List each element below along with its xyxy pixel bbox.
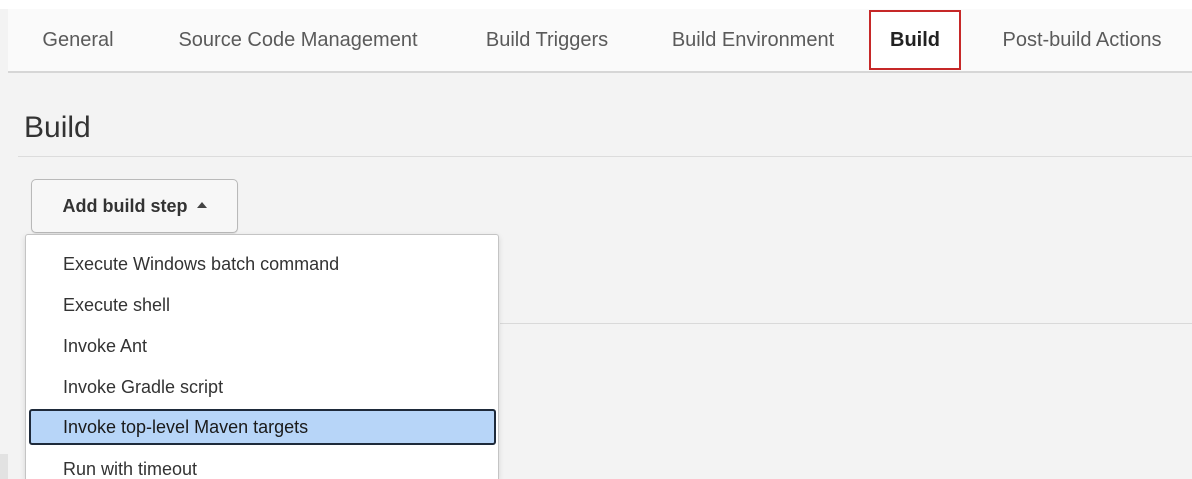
config-tab-bar: General Source Code Management Build Tri… xyxy=(8,9,1192,73)
menu-item-invoke-ant[interactable]: Invoke Ant xyxy=(29,328,496,364)
tab-build[interactable]: Build xyxy=(869,10,961,70)
menu-item-invoke-gradle-script[interactable]: Invoke Gradle script xyxy=(29,369,496,405)
add-build-step-label: Add build step xyxy=(62,195,188,216)
tab-build-triggers[interactable]: Build Triggers xyxy=(468,9,626,71)
section-divider-lower xyxy=(500,323,1192,324)
top-strip xyxy=(0,0,1192,9)
tab-general[interactable]: General xyxy=(28,9,128,71)
build-step-dropdown: Execute Windows batch command Execute sh… xyxy=(25,234,499,479)
menu-item-execute-windows-batch-command[interactable]: Execute Windows batch command xyxy=(29,246,496,282)
section-title: Build xyxy=(24,111,91,144)
tab-post-build-actions[interactable]: Post-build Actions xyxy=(983,9,1181,71)
menu-item-invoke-top-level-maven-targets[interactable]: Invoke top-level Maven targets xyxy=(29,409,496,445)
caret-up-icon xyxy=(196,202,207,208)
tab-build-environment[interactable]: Build Environment xyxy=(653,9,853,71)
left-edge-panel xyxy=(0,454,8,479)
add-build-step-button[interactable]: Add build step xyxy=(31,179,238,233)
tab-source-code-management[interactable]: Source Code Management xyxy=(158,9,438,71)
section-divider xyxy=(18,156,1192,157)
menu-item-execute-shell[interactable]: Execute shell xyxy=(29,287,496,323)
menu-item-run-with-timeout[interactable]: Run with timeout xyxy=(29,451,496,479)
